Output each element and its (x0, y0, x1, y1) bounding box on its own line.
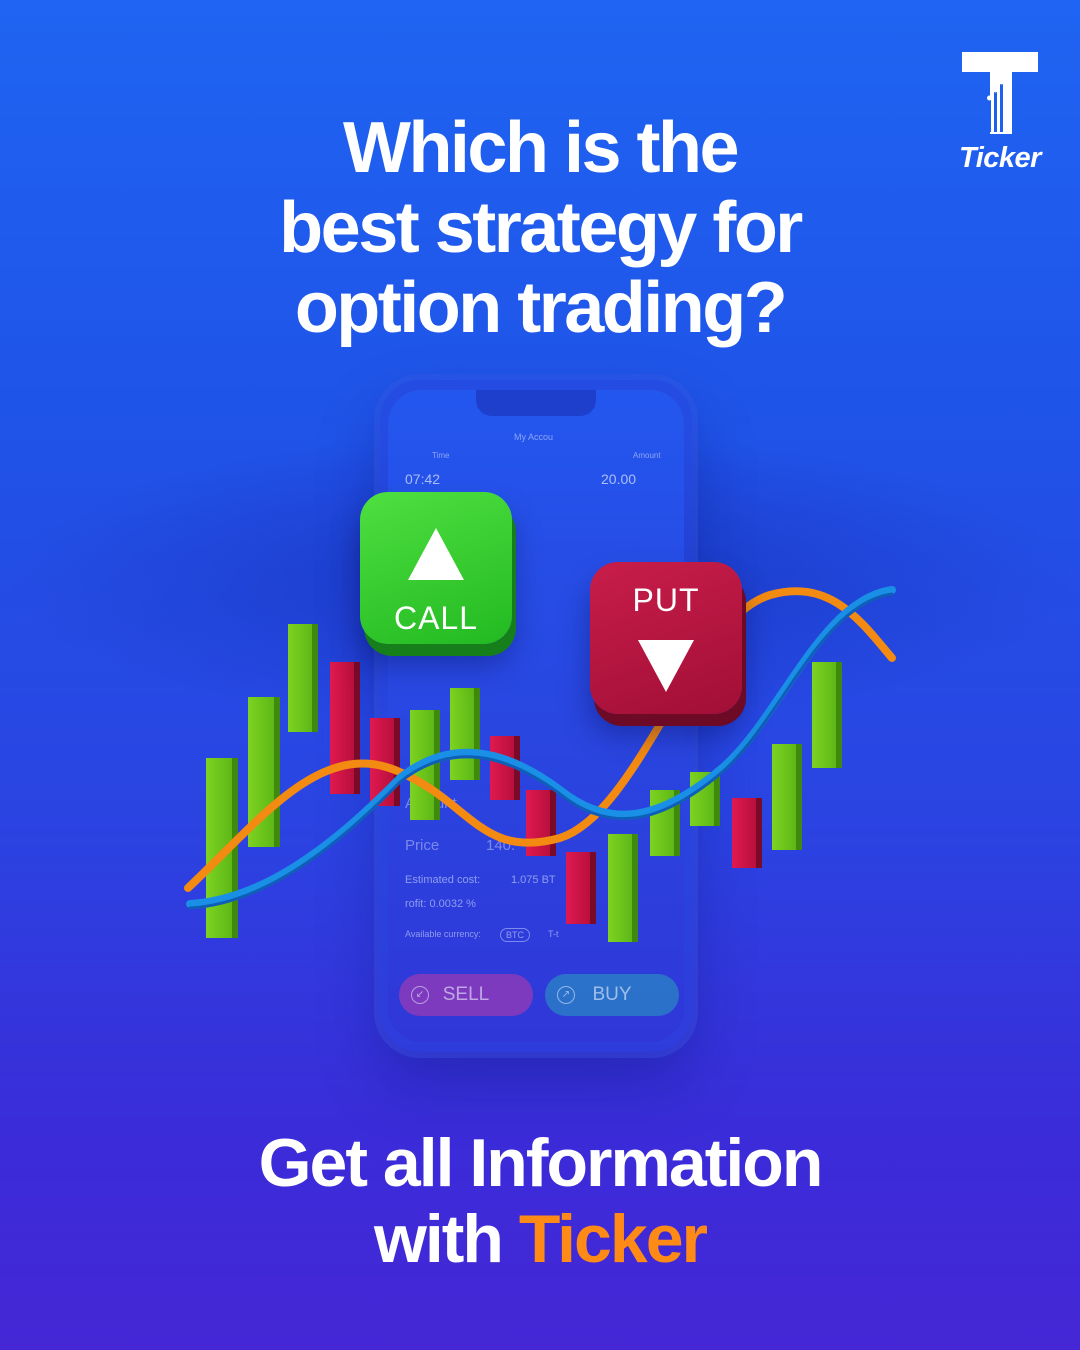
put-label: PUT (632, 582, 700, 618)
footer-brand: Ticker (518, 1201, 708, 1277)
red-candle (490, 736, 516, 800)
footer-prefix: with (374, 1201, 519, 1277)
green-candle (772, 744, 798, 850)
red-candle (566, 852, 592, 924)
call-button[interactable]: CALL (360, 492, 512, 644)
call-label: CALL (393, 600, 479, 636)
green-candle (450, 688, 476, 780)
footer-line-1: Get all Information (258, 1125, 824, 1201)
triangle-down-icon (638, 640, 694, 692)
green-candle (812, 662, 838, 768)
green-candle (288, 624, 314, 732)
green-candle (608, 834, 634, 942)
footer-line-2: with Ticker (0, 1201, 1080, 1277)
put-button[interactable]: PUT (590, 562, 742, 714)
red-candle (330, 662, 356, 794)
footer-tagline: Get all Information with Ticker (0, 1125, 1080, 1277)
red-candle (732, 798, 758, 868)
triangle-up-icon (408, 528, 464, 580)
